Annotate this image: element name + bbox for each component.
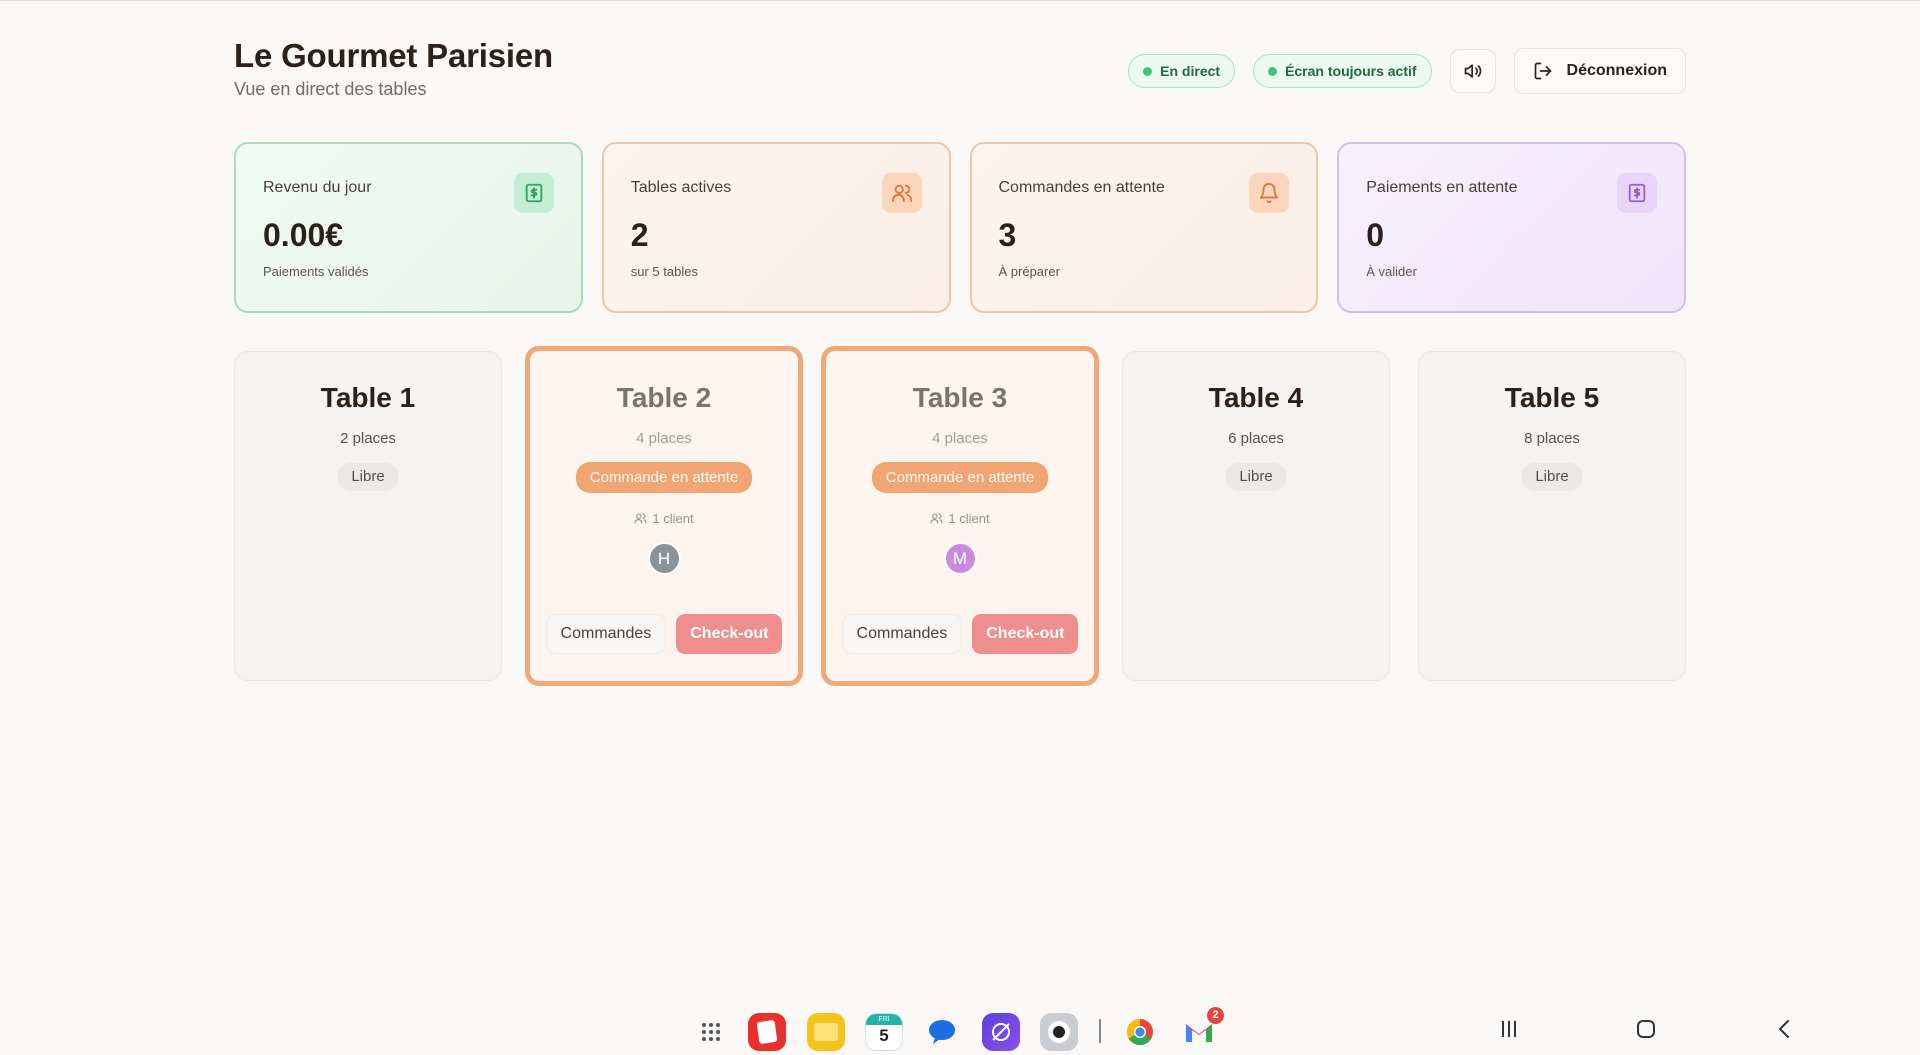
dollar-bill-icon bbox=[1617, 173, 1657, 213]
client-avatar: M bbox=[943, 542, 977, 575]
table-card-3[interactable]: Table 3 4 places Commande en attente 1 c… bbox=[821, 346, 1099, 686]
bell-icon bbox=[1249, 173, 1290, 213]
table-actions: Commandes Check-out bbox=[826, 614, 1094, 654]
stat-label: Commandes en attente bbox=[998, 179, 1165, 196]
table-status-badge: Libre bbox=[1225, 463, 1287, 491]
table-places: 4 places bbox=[636, 430, 692, 447]
table-clients: 1 client bbox=[826, 511, 1094, 526]
table-places: 6 places bbox=[1228, 430, 1284, 447]
taskbar-divider bbox=[1099, 1019, 1101, 1043]
table-card-2[interactable]: Table 2 4 places Commande en attente 1 c… bbox=[525, 346, 803, 686]
screen-awake-badge: Écran toujours actif bbox=[1253, 54, 1432, 88]
stats-row: Revenu du jour 0.00€ Paiements validés T… bbox=[234, 142, 1686, 313]
stat-label: Tables actives bbox=[630, 179, 732, 196]
screen-awake-label: Écran toujours actif bbox=[1285, 63, 1417, 79]
stat-value: 2 bbox=[630, 217, 649, 253]
client-count: 1 client bbox=[948, 511, 990, 526]
messages-app-icon[interactable] bbox=[923, 1013, 961, 1051]
sound-toggle-button[interactable] bbox=[1449, 49, 1496, 93]
table-name: Table 4 bbox=[1208, 382, 1304, 413]
stat-sub: sur 5 tables bbox=[630, 264, 698, 279]
table-status-badge: Commande en attente bbox=[575, 462, 753, 493]
table-name: Table 2 bbox=[616, 382, 712, 413]
calendar-weekday: FRI bbox=[866, 1014, 902, 1025]
table-name: Table 1 bbox=[320, 382, 416, 413]
table-places: 8 places bbox=[1524, 430, 1580, 447]
stat-value: 3 bbox=[998, 217, 1017, 253]
table-clients: 1 client bbox=[530, 511, 798, 526]
files-app-icon[interactable] bbox=[807, 1013, 845, 1051]
stat-card-revenue: Revenu du jour 0.00€ Paiements validés bbox=[234, 142, 583, 313]
speaker-icon bbox=[1464, 64, 1481, 78]
stat-label: Revenu du jour bbox=[263, 179, 372, 196]
orders-button[interactable]: Commandes bbox=[841, 614, 963, 654]
home-icon[interactable] bbox=[1634, 1017, 1658, 1046]
app-grid-icon[interactable] bbox=[692, 1013, 730, 1051]
gmail-badge: 2 bbox=[1207, 1007, 1224, 1024]
live-status-label: En direct bbox=[1160, 63, 1221, 79]
stat-sub: À valider bbox=[1366, 264, 1417, 279]
table-card-1[interactable]: Table 1 2 places Libre bbox=[234, 351, 502, 681]
table-name: Table 3 bbox=[912, 382, 1008, 413]
logout-label: Déconnexion bbox=[1566, 62, 1667, 79]
calendar-app-icon[interactable]: FRI 5 bbox=[865, 1013, 903, 1051]
dollar-bill-icon bbox=[513, 173, 554, 213]
stat-label: Paiements en attente bbox=[1366, 179, 1518, 196]
orders-button[interactable]: Commandes bbox=[545, 614, 667, 654]
calendar-day: 5 bbox=[879, 1026, 889, 1045]
gmail-app-icon[interactable]: 2 bbox=[1180, 1007, 1224, 1051]
system-taskbar: FRI 5 2 bbox=[0, 1005, 1920, 1053]
stat-card-active-tables: Tables actives 2 sur 5 tables bbox=[601, 142, 951, 313]
stat-value: 0 bbox=[1366, 217, 1385, 253]
recent-apps-icon[interactable] bbox=[1497, 1017, 1521, 1046]
stat-sub: À préparer bbox=[998, 264, 1060, 279]
logout-button[interactable]: Déconnexion bbox=[1513, 48, 1686, 94]
table-places: 4 places bbox=[932, 430, 988, 447]
table-status-badge: Libre bbox=[1521, 463, 1583, 491]
table-actions: Commandes Check-out bbox=[530, 614, 798, 654]
stat-sub: Paiements validés bbox=[263, 264, 369, 279]
internet-app-icon[interactable] bbox=[982, 1013, 1020, 1051]
table-status-badge: Commande en attente bbox=[871, 462, 1049, 493]
table-places: 2 places bbox=[340, 430, 396, 447]
stat-value: 0.00€ bbox=[263, 217, 344, 253]
table-card-5[interactable]: Table 5 8 places Libre bbox=[1418, 351, 1686, 681]
logout-icon bbox=[1534, 62, 1551, 80]
table-name: Table 5 bbox=[1504, 382, 1600, 413]
users-icon bbox=[634, 513, 647, 524]
tables-grid: Table 1 2 places Libre Table 2 4 places … bbox=[234, 346, 1686, 686]
table-status-badge: Libre bbox=[337, 463, 399, 491]
stat-card-pending-orders: Commandes en attente 3 À préparer bbox=[969, 142, 1319, 313]
checkout-button[interactable]: Check-out bbox=[972, 614, 1079, 654]
header-actions: En direct Écran toujours actif Déconnexi… bbox=[1128, 48, 1686, 94]
back-icon[interactable] bbox=[1773, 1017, 1797, 1046]
users-icon bbox=[930, 513, 943, 524]
users-icon bbox=[881, 173, 922, 213]
client-avatar: H bbox=[647, 542, 681, 575]
stat-card-pending-payments: Paiements en attente 0 À valider bbox=[1337, 142, 1686, 313]
camera-app-icon[interactable] bbox=[1040, 1013, 1078, 1051]
chrome-app-icon[interactable] bbox=[1121, 1013, 1159, 1051]
notes-app-icon[interactable] bbox=[748, 1013, 786, 1051]
page-header: Le Gourmet Parisien Vue en direct des ta… bbox=[234, 37, 1686, 107]
live-status-badge: En direct bbox=[1128, 54, 1236, 88]
client-count: 1 client bbox=[652, 511, 694, 526]
checkout-button[interactable]: Check-out bbox=[676, 614, 783, 654]
screen-awake-dot-icon bbox=[1268, 66, 1278, 76]
live-dot-icon bbox=[1143, 66, 1153, 76]
table-card-4[interactable]: Table 4 6 places Libre bbox=[1122, 351, 1390, 681]
